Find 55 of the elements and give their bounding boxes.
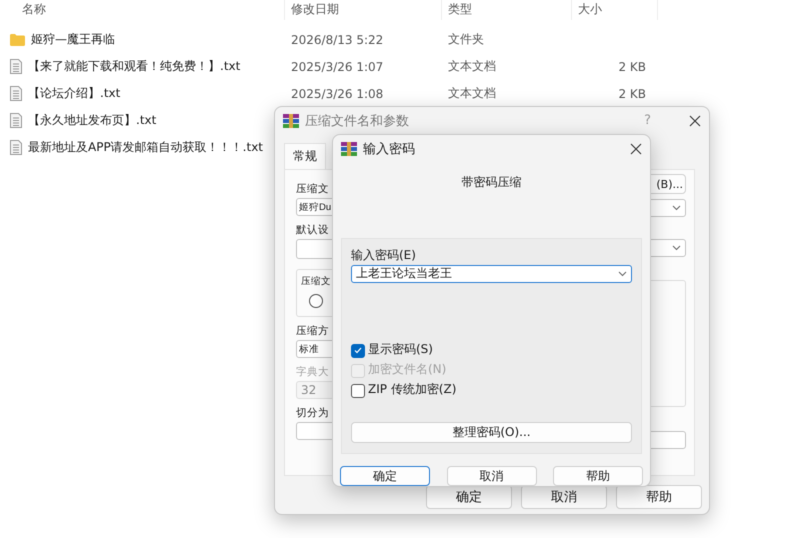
text-file-icon [10,113,22,128]
checkbox-label: 加密文件名(N) [368,360,446,377]
window-title: 输入密码 [363,140,415,158]
checkbox[interactable] [351,344,365,358]
modified-date: 2025/3/26 1:07 [290,60,384,74]
archive-app-icon [283,114,299,128]
file-name[interactable]: 【论坛介绍】.txt [28,85,120,102]
field-label: 输入密码(E) [351,246,416,263]
file-type: 文本文档 [447,85,497,102]
file-name[interactable]: 姬狩—魔王再临 [31,31,115,48]
modified-date: 2026/8/13 5:22 [290,32,384,46]
chevron-icon [672,205,681,211]
radio-button[interactable] [309,294,323,308]
file-name[interactable]: 【来了就能下载和观看！纯免费！】.txt [28,58,240,75]
group-label: 压缩文 [301,275,331,289]
manage-passwords-button[interactable]: 整理密码(O)... [351,422,632,443]
file-size: 2 KB [617,60,647,74]
text-file-icon [10,59,22,74]
field-label: 切分为 [296,406,329,421]
window-title: 压缩文件名和参数 [305,112,409,130]
field-label: 压缩方 [296,324,329,339]
column-header[interactable]: 类型 [442,0,572,20]
modified-date: 2025/3/26 1:08 [290,86,384,100]
dialog-button[interactable]: 确定 [426,485,512,509]
file-name[interactable]: 【永久地址发布页】.txt [28,112,156,129]
folder-icon [10,34,25,46]
checkbox-label: ZIP 传统加密(Z) [368,380,456,397]
checkbox-label: 显示密码(S) [368,340,433,357]
text-file-icon [10,140,22,155]
checkbox[interactable] [351,384,365,398]
dialog-button[interactable]: 取消 [521,485,607,509]
chevron-icon [672,245,681,251]
password-field[interactable]: 上老王论坛当老王 [351,264,632,283]
column-header[interactable]: 名称 [0,0,285,20]
field-label: 压缩文 [296,182,329,197]
dialog-subtitle: 带密码压缩 [462,175,522,189]
field-label: 默认设 [296,223,329,238]
dialog-button[interactable]: 帮助 [616,485,702,509]
file-type: 文本文档 [447,58,497,75]
close-icon[interactable] [689,114,701,126]
column-header[interactable]: 大小 [572,0,658,20]
dialog-button[interactable]: 取消 [446,466,536,486]
file-type: 文件夹 [447,31,485,48]
archive-app-icon [341,142,357,156]
dialog-button[interactable]: 帮助 [553,466,643,486]
checkmark-icon [354,347,362,354]
column-header[interactable]: 修改日期 [285,0,442,20]
chevron-icon [618,270,627,277]
tab[interactable]: 常规 [284,143,326,169]
close-icon[interactable] [630,142,642,154]
file-size: 2 KB [617,86,647,100]
dialog-button[interactable]: 确定 [340,466,430,486]
field-label: 字典大 [296,365,329,380]
text-file-icon [10,86,22,101]
file-name[interactable]: 最新地址及APP请发邮箱自动获取！！！.txt [28,139,264,156]
